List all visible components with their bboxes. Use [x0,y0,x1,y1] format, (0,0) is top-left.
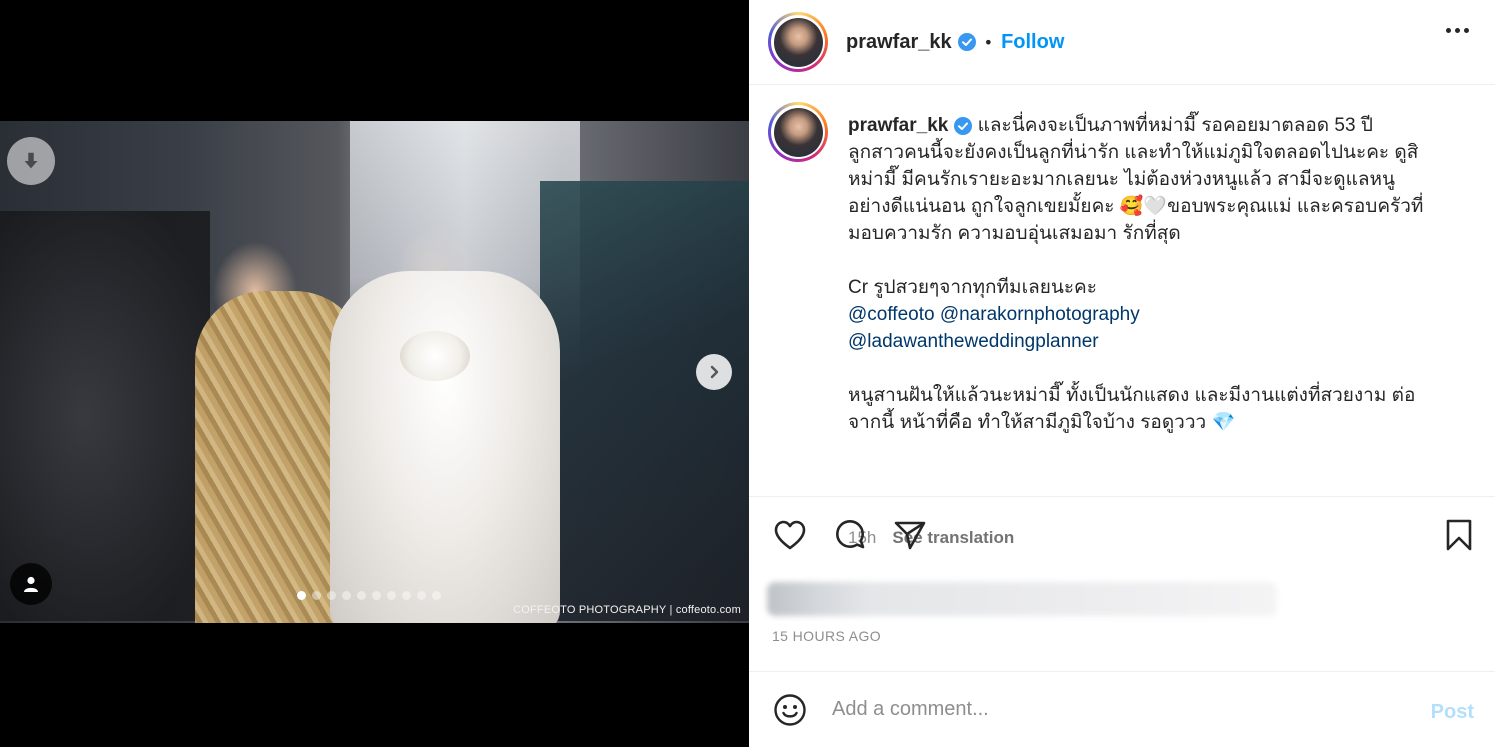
share-button[interactable] [892,517,928,553]
download-icon [24,152,38,169]
avatar-image [773,17,823,67]
carousel-dot [372,591,381,600]
caption-text: prawfar_kk และนี่คงจะเป็นภาพที่หม่ามี๊ ร… [848,112,1468,436]
follow-button[interactable]: Follow [1001,31,1064,54]
post-media: COFFEOTO PHOTOGRAPHY | coffeoto.com [0,0,749,747]
verified-badge-icon [957,33,976,51]
caption-avatar[interactable] [768,102,828,162]
chevron-right-icon [710,365,719,379]
comment-icon [836,520,865,549]
photo-bouquet [400,331,470,381]
caption-line: ลูกสาวคนนี้จะยังคงเป็นลูกที่น่ารัก และทำ… [848,142,1419,163]
carousel-dot [312,591,321,600]
caption-mentions[interactable]: @coffeoto @narakornphotography [848,301,1468,328]
carousel-dot [357,591,366,600]
post-sidebar: prawfar_kk • Follow prawfar_kk และนี่คงจ… [749,0,1495,747]
post-comment-button[interactable]: Post [1431,701,1474,724]
send-icon [894,521,926,550]
caption-line: หนูสานฝันให้แล้วนะหม่ามี๊ ทั้งเป็นนักแสด… [848,385,1416,406]
caption-section: prawfar_kk และนี่คงจะเป็นภาพที่หม่ามี๊ ร… [749,85,1495,547]
caption-line: หม่ามี๊ มีคนรักเรายะอะมากเลยนะ ไม่ต้องห่… [848,169,1396,190]
like-button[interactable] [772,517,808,553]
photo-crowd-left [0,211,210,621]
photo-crowd-right [540,181,749,621]
user-icon [24,576,38,592]
comment-bar: Post [749,671,1495,747]
post-photo[interactable] [0,121,749,623]
carousel-dot [402,591,411,600]
header-avatar[interactable] [768,12,828,72]
likes-summary-blurred [767,582,1277,616]
caption-mention[interactable]: @ladawantheweddingplanner [848,328,1468,355]
carousel-dot [342,591,351,600]
caption-line: prawfar_kk และนี่คงจะเป็นภาพที่หม่ามี๊ ร… [848,112,1468,139]
photo-wedding-dress [330,271,560,623]
carousel-next-button[interactable] [696,354,732,390]
carousel-indicator [297,591,441,600]
more-horizontal-icon [1446,28,1451,33]
more-options-button[interactable] [1446,28,1469,33]
caption-line: จากนี้ หน้าที่คือ ทำให้สามีภูมิใจบ้าง รอ… [848,412,1236,433]
heart-icon [774,520,806,550]
carousel-dot [417,591,426,600]
comment-button[interactable] [832,517,868,553]
post-timestamp[interactable]: 15 HOURS AGO [772,628,881,644]
verified-badge-icon [954,116,973,135]
caption-line: อย่างดีแน่นอน ถูกใจลูกเขยมั้ยคะ 🥰🤍ขอบพระ… [848,196,1424,217]
caption-line-text: และนี่คงจะเป็นภาพที่หม่ามี๊ รอคอยมาตลอด … [977,115,1373,136]
caption-credit: Cr รูปสวยๆจากทุกทีมเลยนะคะ [848,277,1097,298]
post-header: prawfar_kk • Follow [749,0,1495,85]
tagged-users-button[interactable] [10,563,52,605]
header-username[interactable]: prawfar_kk [846,31,952,54]
carousel-dot [387,591,396,600]
action-bar [749,497,1495,577]
comment-input[interactable] [832,698,1392,721]
emoji-button[interactable] [772,692,808,728]
caption-username[interactable]: prawfar_kk [848,115,948,136]
photo-watermark: COFFEOTO PHOTOGRAPHY | coffeoto.com [513,604,741,616]
carousel-dot [297,591,306,600]
download-button[interactable] [7,137,55,185]
bookmark-icon [1446,519,1472,551]
caption-line: มอบความรัก ความอบอุ่นเสมอมา รักที่สุด [848,223,1181,244]
carousel-dot [327,591,336,600]
carousel-dot [432,591,441,600]
header-bullet: • [983,32,994,52]
emoji-icon [774,693,806,726]
save-button[interactable] [1441,517,1477,553]
